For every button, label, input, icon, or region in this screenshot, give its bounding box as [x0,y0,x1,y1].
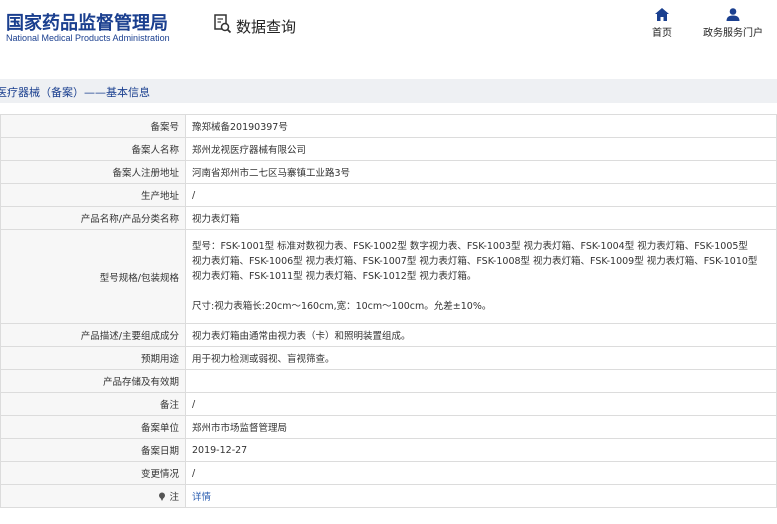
row-value-multiline: 型号：FSK-1001型 标准对数视力表、FSK-1002型 数字视力表、FSK… [185,229,777,324]
spec-line: 型号：FSK-1001型 标准对数视力表、FSK-1002型 数字视力表、FSK… [192,241,748,252]
table-row: 备注 / [0,392,777,416]
data-query-link[interactable]: 数据查询 [214,14,296,38]
table-row: 注 详情 [0,484,777,508]
table-row: 产品存储及有效期 [0,369,777,393]
spec-line: 视力表灯箱、FSK-1011型 视力表灯箱、FSK-1012型 视力表灯箱。 [192,271,477,282]
spec-line [192,284,770,299]
site-logo-title[interactable]: 国家药品监督管理局 [6,9,168,35]
row-value: 河南省郑州市二七区马寨镇工业路3号 [185,160,777,184]
row-label: 备案日期 [0,438,186,462]
table-row: 备案日期 2019-12-27 [0,438,777,462]
table-row: 产品名称/产品分类名称 视力表灯箱 [0,206,777,230]
note-value-cell: 详情 [185,484,777,508]
row-value: 郑州市市场监督管理局 [185,415,777,439]
row-value: / [185,183,777,207]
row-value: 视力表灯箱由通常由视力表（卡）和照明装置组成。 [185,323,777,347]
row-label: 型号规格/包装规格 [0,229,186,324]
table-row: 生产地址 / [0,183,777,207]
info-table: 备案号 豫郑械备20190397号 备案人名称 郑州龙视医疗器械有限公司 备案人… [0,114,777,508]
row-value: 郑州龙视医疗器械有限公司 [185,137,777,161]
row-label: 变更情况 [0,461,186,485]
spec-line: 尺寸:视力表箱长:20cm～160cm,宽：10cm～100cm。允差±10%。 [192,301,492,312]
table-row: 产品描述/主要组成成分 视力表灯箱由通常由视力表（卡）和照明装置组成。 [0,323,777,347]
row-value: 视力表灯箱 [185,206,777,230]
row-label: 备案人注册地址 [0,160,186,184]
note-label: 注 [169,492,179,503]
spec-line: 视力表灯箱、FSK-1006型 视力表灯箱、FSK-1007型 视力表灯箱、FS… [192,256,758,267]
table-row: 预期用途 用于视力检测或弱视、盲视筛查。 [0,346,777,370]
row-value: 豫郑械备20190397号 [185,114,777,138]
data-query-label: 数据查询 [236,17,297,36]
table-row: 备案号 豫郑械备20190397号 [0,114,777,138]
row-value [185,369,777,393]
table-row: 备案人名称 郑州龙视医疗器械有限公司 [0,137,777,161]
row-label: 备案号 [0,114,186,138]
row-value: 2019-12-27 [185,438,777,462]
table-row: 备案人注册地址 河南省郑州市二七区马寨镇工业路3号 [0,160,777,184]
site-header: 国家药品监督管理局 National Medical Products Admi… [0,0,777,70]
table-row: 备案单位 郑州市市场监督管理局 [0,415,777,439]
row-value: / [185,392,777,416]
row-label: 产品名称/产品分类名称 [0,206,186,230]
section-header: 医疗器械（备案）——基本信息 [0,79,777,103]
nav-service-portal[interactable]: 政务服务门户 [700,8,766,39]
nav-home-label: 首页 [652,28,672,39]
details-link[interactable]: 详情 [192,492,211,503]
row-label: 预期用途 [0,346,186,370]
row-label: 产品存储及有效期 [0,369,186,393]
pin-icon [158,492,169,503]
note-label-cell: 注 [0,484,186,508]
row-label: 备案人名称 [0,137,186,161]
table-row: 变更情况 / [0,461,777,485]
row-label: 备案单位 [0,415,186,439]
site-logo-subtitle: National Medical Products Administration [6,33,170,43]
row-label: 产品描述/主要组成成分 [0,323,186,347]
search-document-icon [214,14,232,38]
section-title: 医疗器械（备案）——基本信息 [0,86,150,99]
row-label: 生产地址 [0,183,186,207]
nav-home[interactable]: 首页 [648,8,676,39]
row-value: 用于视力检测或弱视、盲视筛查。 [185,346,777,370]
table-row: 型号规格/包装规格 型号：FSK-1001型 标准对数视力表、FSK-1002型… [0,229,777,324]
nav-service-label: 政务服务门户 [703,28,763,39]
row-value: / [185,461,777,485]
row-label: 备注 [0,392,186,416]
home-icon [648,8,676,21]
user-icon [700,8,766,21]
